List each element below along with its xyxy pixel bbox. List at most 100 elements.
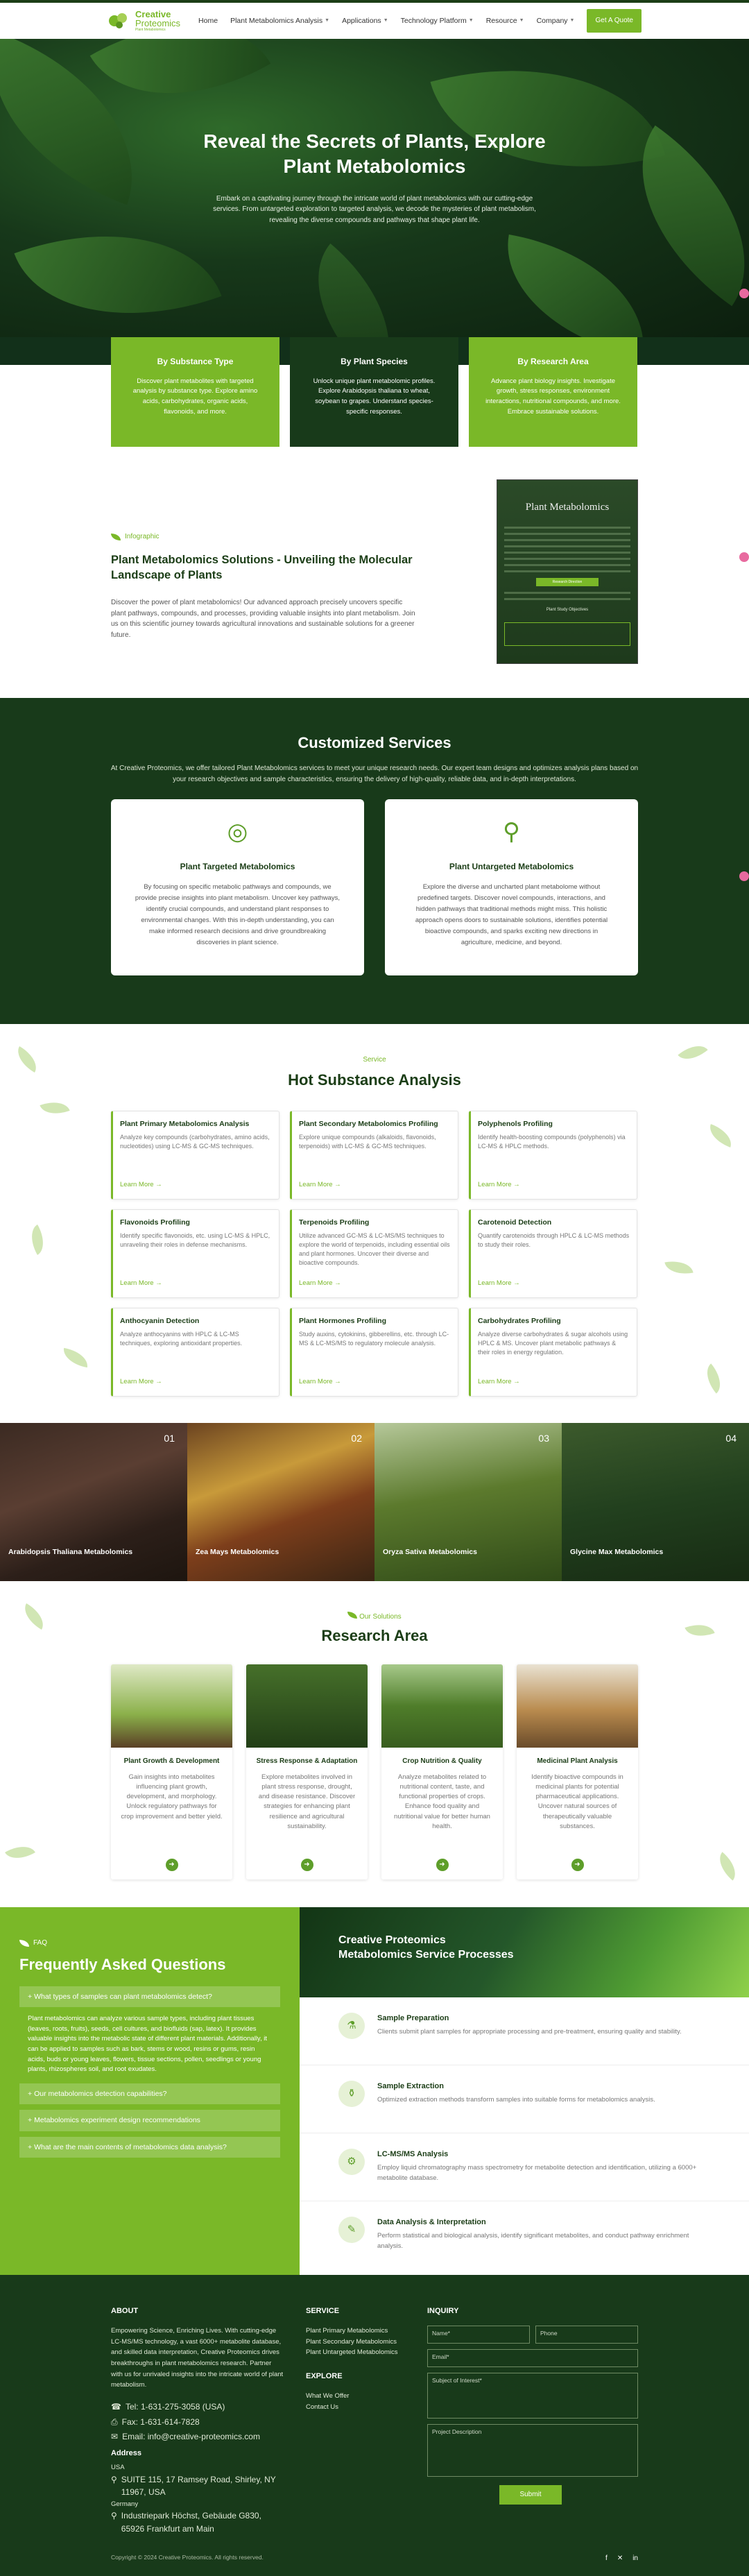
leaf-icon [19,1939,29,1947]
service-card-untargeted[interactable]: ⚲ Plant Untargeted Metabolomics Explore … [385,799,638,975]
contact-tel[interactable]: Tel: 1-631-275-3058 (USA) [126,2400,225,2414]
learn-more-link[interactable]: Learn More → [120,1279,162,1289]
target-icon: ◎ [227,819,248,845]
analysis-card[interactable]: Flavonoids Profiling Identify specific fl… [111,1209,279,1298]
nav-applications[interactable]: Applications ▼ [342,15,388,26]
research-card[interactable]: Stress Response & Adaptation Explore meta… [246,1664,368,1879]
service-card-targeted[interactable]: ◎ Plant Targeted Metabolomics By focusin… [111,799,364,975]
footer-link[interactable]: Contact Us [306,2402,410,2413]
submit-button[interactable]: Submit [499,2485,562,2505]
species-tile[interactable]: 03 Oryza Sativa Metabolomics [374,1423,562,1581]
chat-widget-icon[interactable] [739,289,749,298]
analysis-card[interactable]: Plant Secondary Metabolomics Profiling Ex… [290,1111,458,1200]
linkedin-icon[interactable]: in [632,2553,638,2564]
learn-more-link[interactable]: Learn More → [120,1180,162,1191]
tile-number: 03 [538,1433,549,1444]
nav-home[interactable]: Home [198,15,218,26]
footer-link[interactable]: What We Offer [306,2391,410,2402]
phone-input[interactable]: Phone [535,2326,638,2344]
nav-resource[interactable]: Resource ▼ [486,15,524,26]
contact-email[interactable]: Email: info@creative-proteomics.com [122,2430,260,2443]
chevron-down-icon: ▼ [519,17,524,23]
subject-input[interactable]: Subject of Interest* [427,2373,638,2419]
name-input[interactable]: Name* [427,2326,530,2344]
arrow-right-icon[interactable]: ➜ [571,1858,584,1871]
infographic-image[interactable]: Plant Metabolomics Research Direction Pl… [497,479,638,664]
faq-question[interactable]: + Our metabolomics detection capabilitie… [19,2083,280,2105]
leaf-icon [111,533,121,540]
analysis-card[interactable]: Terpenoids Profiling Utilize advanced GC-… [290,1209,458,1298]
get-quote-button[interactable]: Get A Quote [587,9,642,33]
chevron-down-icon: ▼ [569,17,575,23]
research-card[interactable]: Plant Growth & Development Gain insights … [111,1664,232,1879]
learn-more-link[interactable]: Learn More → [120,1377,162,1388]
arrow-right-icon[interactable]: ➜ [300,1858,313,1871]
footer-link[interactable]: Plant Primary Metabolomics [306,2326,410,2337]
card-text: Analyze metabolites related to nutrition… [394,1773,490,1830]
intro-text: Discover the power of plant metabolomics… [111,599,415,639]
section-tag: Infographic [111,531,159,543]
analysis-card[interactable]: Plant Primary Metabolomics Analysis Analy… [111,1111,279,1200]
card-text: Explore metabolites involved in plant st… [258,1773,356,1830]
tile-label: Zea Mays Metabolomics [196,1547,279,1556]
social-links: f ✕ in [605,2553,638,2564]
analysis-card[interactable]: Plant Hormones Profiling Study auxins, cy… [290,1308,458,1397]
address-country: Germany [111,2500,139,2508]
section-lead: At Creative Proteomics, we offer tailore… [110,765,639,783]
research-card[interactable]: Crop Nutrition & Quality Analyze metaboli… [381,1664,503,1879]
x-twitter-icon[interactable]: ✕ [617,2553,623,2564]
tile-label: Oryza Sativa Metabolomics [383,1547,477,1556]
card-plant-species[interactable]: By Plant Species Unlock unique plant met… [290,337,458,447]
learn-more-link[interactable]: Learn More → [299,1279,341,1289]
arrow-right-icon[interactable]: ➜ [165,1858,178,1871]
species-tile[interactable]: 02 Zea Mays Metabolomics [187,1423,374,1581]
poster-subtitle: Plant Study Objectives [546,608,589,613]
species-tile[interactable]: 04 Glycine Max Metabolomics [562,1423,749,1581]
chevron-down-icon: ▼ [383,17,388,23]
footer-link[interactable]: Plant Secondary Metabolomics [306,2337,410,2348]
faq-question[interactable]: + What types of samples can plant metabo… [19,1986,280,2007]
nav-company[interactable]: Company ▼ [537,15,575,26]
analysis-card[interactable]: Carotenoid Detection Quantify carotenoids… [469,1209,637,1298]
card-text: Quantify carotenoids through HPLC & LC-M… [478,1232,630,1249]
chat-widget-icon[interactable] [739,871,749,881]
learn-more-link[interactable]: Learn More → [299,1377,341,1388]
analysis-card[interactable]: Polyphenols Profiling Identify health-boo… [469,1111,637,1200]
footer-heading: Address [111,2448,142,2457]
research-area: Our Solutions Research Area Plant Growth… [0,1581,749,1907]
description-input[interactable]: Project Description [427,2424,638,2477]
card-text: Explore the diverse and uncharted plant … [415,882,608,947]
learn-more-link[interactable]: Learn More → [478,1180,520,1191]
nav-analysis[interactable]: Plant Metabolomics Analysis ▼ [230,15,329,26]
learn-more-link[interactable]: Learn More → [478,1279,520,1289]
email-input[interactable]: Email* [427,2349,638,2368]
analysis-card[interactable]: Carbohydrates Profiling Analyze diverse c… [469,1308,637,1397]
card-text: By focusing on specific metabolic pathwa… [135,882,341,947]
species-tile[interactable]: 01 Arabidopsis Thaliana Metabolomics [0,1423,187,1581]
magnifier-icon: ⚲ [503,819,520,845]
copyright: Copyright © 2024 Creative Proteomics. Al… [111,2553,264,2561]
faq-question[interactable]: + What are the main contents of metabolo… [19,2136,280,2158]
card-title: Plant Secondary Metabolomics Profiling [299,1120,438,1128]
card-title: Crop Nutrition & Quality [402,1757,482,1765]
footer-heading: ABOUT [111,2307,139,2315]
location-icon: ⚲ [111,2511,117,2521]
card-research-area[interactable]: By Research Area Advance plant biology i… [469,337,637,447]
section-tag: Service [363,1056,386,1064]
learn-more-link[interactable]: Learn More → [478,1377,520,1388]
flask-icon: ⚗ [338,2013,365,2039]
research-card[interactable]: Medicinal Plant Analysis Identify bioacti… [517,1664,638,1879]
card-substance-type[interactable]: By Substance Type Discover plant metabol… [111,337,279,447]
main-nav: Home Plant Metabolomics Analysis ▼ Applic… [198,15,574,26]
nav-technology[interactable]: Technology Platform ▼ [401,15,474,26]
faq-question[interactable]: + Metabolomics experiment design recomme… [19,2110,280,2131]
footer-link[interactable]: Plant Untargeted Metabolomics [306,2347,410,2358]
chat-widget-icon[interactable] [739,552,749,562]
arrow-right-icon[interactable]: ➜ [436,1858,449,1871]
card-text: Study auxins, cytokinins, gibberellins, … [299,1331,449,1347]
logo[interactable]: Creative Proteomics Plant Metabolomics [107,10,180,33]
analysis-card[interactable]: Anthocyanin Detection Analyze anthocyanin… [111,1308,279,1397]
learn-more-link[interactable]: Learn More → [299,1180,341,1191]
card-text: Utilize advanced GC-MS & LC-MS/MS techni… [299,1232,450,1267]
facebook-icon[interactable]: f [605,2553,608,2564]
